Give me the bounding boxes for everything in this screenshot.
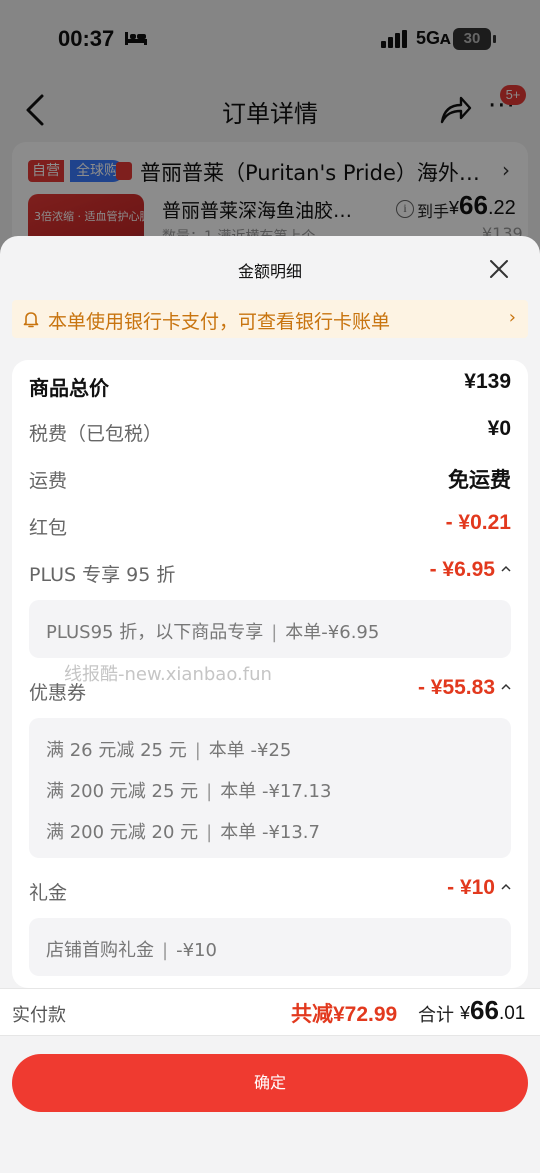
tax-label: 税费（已包税） bbox=[29, 423, 163, 445]
notice-text: 本单使用银行卡支付，可查看银行卡账单 bbox=[48, 311, 391, 333]
actual-payment-label: 实付款 bbox=[12, 1005, 66, 1026]
close-icon[interactable] bbox=[488, 258, 510, 280]
sheet-title: 金额明细 bbox=[237, 262, 302, 281]
total-price: ¥66.01 bbox=[460, 995, 526, 1025]
gift-detail-box: 店铺首购礼金 | -¥10 bbox=[29, 918, 511, 976]
amount-detail-sheet: 金额明细 本单使用银行卡支付，可查看银行卡账单 › 商品总价 ¥139 税费（已… bbox=[0, 236, 540, 1173]
chevron-up-icon[interactable] bbox=[501, 682, 511, 692]
tax-row: 税费（已包税） ¥0 bbox=[29, 415, 511, 449]
redpacket-label: 红包 bbox=[29, 517, 68, 539]
plus-detail-line: PLUS95 折，以下商品专享 | 本单-¥6.95 bbox=[46, 622, 380, 643]
bank-card-notice[interactable]: 本单使用银行卡支付，可查看银行卡账单 › bbox=[12, 300, 528, 338]
total-label: 合计 bbox=[418, 1005, 454, 1026]
shipping-row: 运费 免运费 bbox=[29, 462, 511, 496]
coupon-detail-line: 满 26 元减 25 元 | 本单 -¥25 bbox=[46, 740, 292, 761]
goods-total-row: 商品总价 ¥139 bbox=[29, 368, 511, 402]
chevron-up-icon[interactable] bbox=[501, 564, 511, 574]
plus-discount-label: PLUS 专享 95 折 bbox=[29, 564, 176, 586]
coupon-detail-line: 满 200 元减 25 元 | 本单 -¥17.13 bbox=[46, 781, 332, 802]
gift-row[interactable]: 礼金 - ¥10 bbox=[29, 874, 511, 908]
gift-detail-line: 店铺首购礼金 | -¥10 bbox=[46, 940, 217, 961]
confirm-button[interactable]: 确定 bbox=[12, 1054, 528, 1112]
gift-value: - ¥10 bbox=[447, 876, 495, 899]
coupon-value: - ¥55.83 bbox=[417, 676, 495, 699]
shipping-label: 运费 bbox=[29, 470, 68, 492]
chevron-up-icon[interactable] bbox=[501, 882, 511, 892]
total-discount: 共减¥72.99 bbox=[291, 1003, 398, 1026]
redpacket-value: - ¥0.21 bbox=[445, 511, 511, 534]
bell-icon bbox=[23, 312, 39, 328]
plus-discount-row[interactable]: PLUS 专享 95 折 - ¥6.95 bbox=[29, 556, 511, 590]
goods-total-label: 商品总价 bbox=[29, 376, 109, 400]
plus-detail-box: PLUS95 折，以下商品专享 | 本单-¥6.95 bbox=[29, 600, 511, 658]
goods-total-value: ¥139 bbox=[464, 370, 511, 393]
payment-summary-bar: 实付款 共减¥72.99 合计 ¥66.01 bbox=[0, 988, 540, 1036]
tax-value: ¥0 bbox=[487, 417, 511, 440]
shipping-value: 免运费 bbox=[448, 469, 511, 492]
redpacket-row: 红包 - ¥0.21 bbox=[29, 509, 511, 543]
coupon-detail-box: 满 26 元减 25 元 | 本单 -¥25 满 200 元减 25 元 | 本单 -¥… bbox=[29, 718, 511, 858]
watermark: 线报酷-new.xianbao.fun bbox=[64, 664, 272, 685]
gift-label: 礼金 bbox=[29, 882, 68, 904]
coupon-detail-line: 满 200 元减 20 元 | 本单 -¥13.7 bbox=[46, 822, 320, 843]
chevron-right-icon: › bbox=[508, 307, 516, 328]
plus-discount-value: - ¥6.95 bbox=[429, 558, 495, 581]
